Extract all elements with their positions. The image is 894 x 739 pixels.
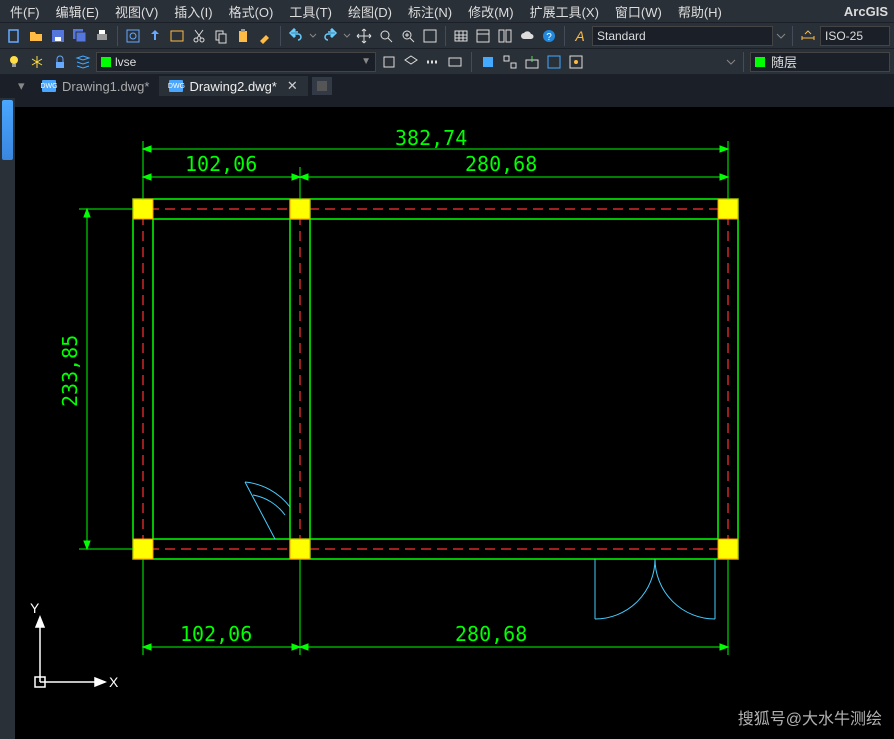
undo-icon[interactable] xyxy=(286,26,306,46)
dim-style-dropdown[interactable] xyxy=(820,26,890,46)
document-tabs: ▾ DWG Drawing1.dwg* DWG Drawing2.dwg* ✕ xyxy=(0,74,894,98)
drawing-svg: 382,74 102,06 280,68 233,85 102,06 280,6… xyxy=(15,107,894,739)
block-edit-icon[interactable] xyxy=(566,52,586,72)
menu-edit[interactable]: 编辑(E) xyxy=(48,0,107,23)
menu-format[interactable]: 格式(O) xyxy=(221,0,282,23)
tab-drawing1[interactable]: DWG Drawing1.dwg* xyxy=(32,77,159,96)
textstyle-dd-icon[interactable] xyxy=(775,26,787,46)
dimensions-group xyxy=(79,141,728,655)
layer-lock-icon[interactable] xyxy=(50,52,70,72)
menu-extended[interactable]: 扩展工具(X) xyxy=(522,0,607,23)
menu-draw[interactable]: 绘图(D) xyxy=(340,0,400,23)
layer-toolbar: lvse ▼ 随层 xyxy=(0,48,894,74)
layer-match-icon[interactable] xyxy=(423,52,443,72)
block-explode-icon[interactable] xyxy=(500,52,520,72)
dim-bottom-left: 102,06 xyxy=(180,622,252,646)
chevron-down-icon: ▼ xyxy=(361,56,371,67)
dim-left-height: 233,85 xyxy=(58,335,82,407)
undo-dd-icon[interactable] xyxy=(308,26,318,46)
svg-text:A: A xyxy=(574,28,584,44)
layer-bulb-icon[interactable] xyxy=(4,52,24,72)
plot-icon[interactable] xyxy=(167,26,187,46)
side-toolbar[interactable] xyxy=(0,98,15,739)
dwg-icon: DWG xyxy=(169,80,183,92)
linetype-name: 随层 xyxy=(771,52,797,71)
zoom-window-icon[interactable] xyxy=(398,26,418,46)
properties-icon[interactable] xyxy=(473,26,493,46)
layer-freeze-icon[interactable] xyxy=(27,52,47,72)
zoom-realtime-icon[interactable] xyxy=(376,26,396,46)
tab-drawing2[interactable]: DWG Drawing2.dwg* ✕ xyxy=(159,76,307,96)
ucs-x-label: X xyxy=(109,674,119,690)
floor-plan xyxy=(133,199,738,619)
dwg-icon: DWG xyxy=(42,80,56,92)
watermark: 搜狐号@大水牛测绘 xyxy=(738,705,882,729)
publish-icon[interactable] xyxy=(145,26,165,46)
menu-file[interactable]: 件(F) xyxy=(2,0,48,23)
block-attr-icon[interactable] xyxy=(544,52,564,72)
close-tab-icon[interactable]: ✕ xyxy=(287,78,298,94)
text-style-dropdown[interactable] xyxy=(592,26,773,46)
dim-top-total: 382,74 xyxy=(395,126,467,150)
menu-dimension[interactable]: 标注(N) xyxy=(400,0,460,23)
linetype-swatch xyxy=(755,57,765,67)
main-toolbar: ? A xyxy=(0,22,894,48)
menu-bar: 件(F) 编辑(E) 视图(V) 插入(I) 格式(O) 工具(T) 绘图(D)… xyxy=(0,0,894,22)
layer-state-icon[interactable] xyxy=(445,52,465,72)
cloud-icon[interactable] xyxy=(517,26,537,46)
ucs-y-label: Y xyxy=(30,600,40,616)
linetype-dropdown[interactable]: 随层 xyxy=(750,52,890,72)
svg-text:?: ? xyxy=(546,32,552,43)
open-icon[interactable] xyxy=(26,26,46,46)
linetype-dd-icon[interactable] xyxy=(725,52,737,72)
menu-view[interactable]: 视图(V) xyxy=(107,0,166,23)
layer-prev-icon[interactable] xyxy=(401,52,421,72)
block-insert-icon[interactable] xyxy=(522,52,542,72)
layer-dropdown[interactable]: lvse ▼ xyxy=(96,52,376,72)
matchprop-icon[interactable] xyxy=(255,26,275,46)
layer-manager-icon[interactable] xyxy=(73,52,93,72)
pan-icon[interactable] xyxy=(354,26,374,46)
current-layer-name: lvse xyxy=(115,55,357,69)
dimstyle-icon[interactable] xyxy=(798,26,818,46)
new-tab-button[interactable] xyxy=(312,77,332,95)
redo-icon[interactable] xyxy=(320,26,340,46)
menu-modify[interactable]: 修改(M) xyxy=(460,0,522,23)
zoom-extents-icon[interactable] xyxy=(420,26,440,46)
help-icon[interactable]: ? xyxy=(539,26,559,46)
arcgis-label: ArcGIS xyxy=(836,2,894,21)
designcenter-icon[interactable] xyxy=(495,26,515,46)
tab-label: Drawing1.dwg* xyxy=(62,79,149,94)
menu-window[interactable]: 窗口(W) xyxy=(607,0,670,23)
print-icon[interactable] xyxy=(92,26,112,46)
table-icon[interactable] xyxy=(451,26,471,46)
paste-icon[interactable] xyxy=(233,26,253,46)
textstyle-a-icon[interactable]: A xyxy=(570,26,590,46)
block-icon[interactable] xyxy=(478,52,498,72)
ucs-icon xyxy=(35,617,105,687)
layer-iso-icon[interactable] xyxy=(379,52,399,72)
printpreview-icon[interactable] xyxy=(123,26,143,46)
new-icon[interactable] xyxy=(4,26,24,46)
tab-dropdown-icon[interactable]: ▾ xyxy=(18,78,32,94)
drawing-canvas[interactable]: 382,74 102,06 280,68 233,85 102,06 280,6… xyxy=(15,107,894,739)
menu-tools[interactable]: 工具(T) xyxy=(281,0,340,23)
dim-top-left: 102,06 xyxy=(185,152,257,176)
cut-icon[interactable] xyxy=(189,26,209,46)
save-icon[interactable] xyxy=(48,26,68,46)
menu-insert[interactable]: 插入(I) xyxy=(166,0,220,23)
menu-help[interactable]: 帮助(H) xyxy=(670,0,730,23)
dim-bottom-right: 280,68 xyxy=(455,622,527,646)
layer-color-swatch xyxy=(101,57,111,67)
saveall-icon[interactable] xyxy=(70,26,90,46)
copy-icon[interactable] xyxy=(211,26,231,46)
dim-top-right: 280,68 xyxy=(465,152,537,176)
redo-dd-icon[interactable] xyxy=(342,26,352,46)
tab-label: Drawing2.dwg* xyxy=(189,79,276,94)
